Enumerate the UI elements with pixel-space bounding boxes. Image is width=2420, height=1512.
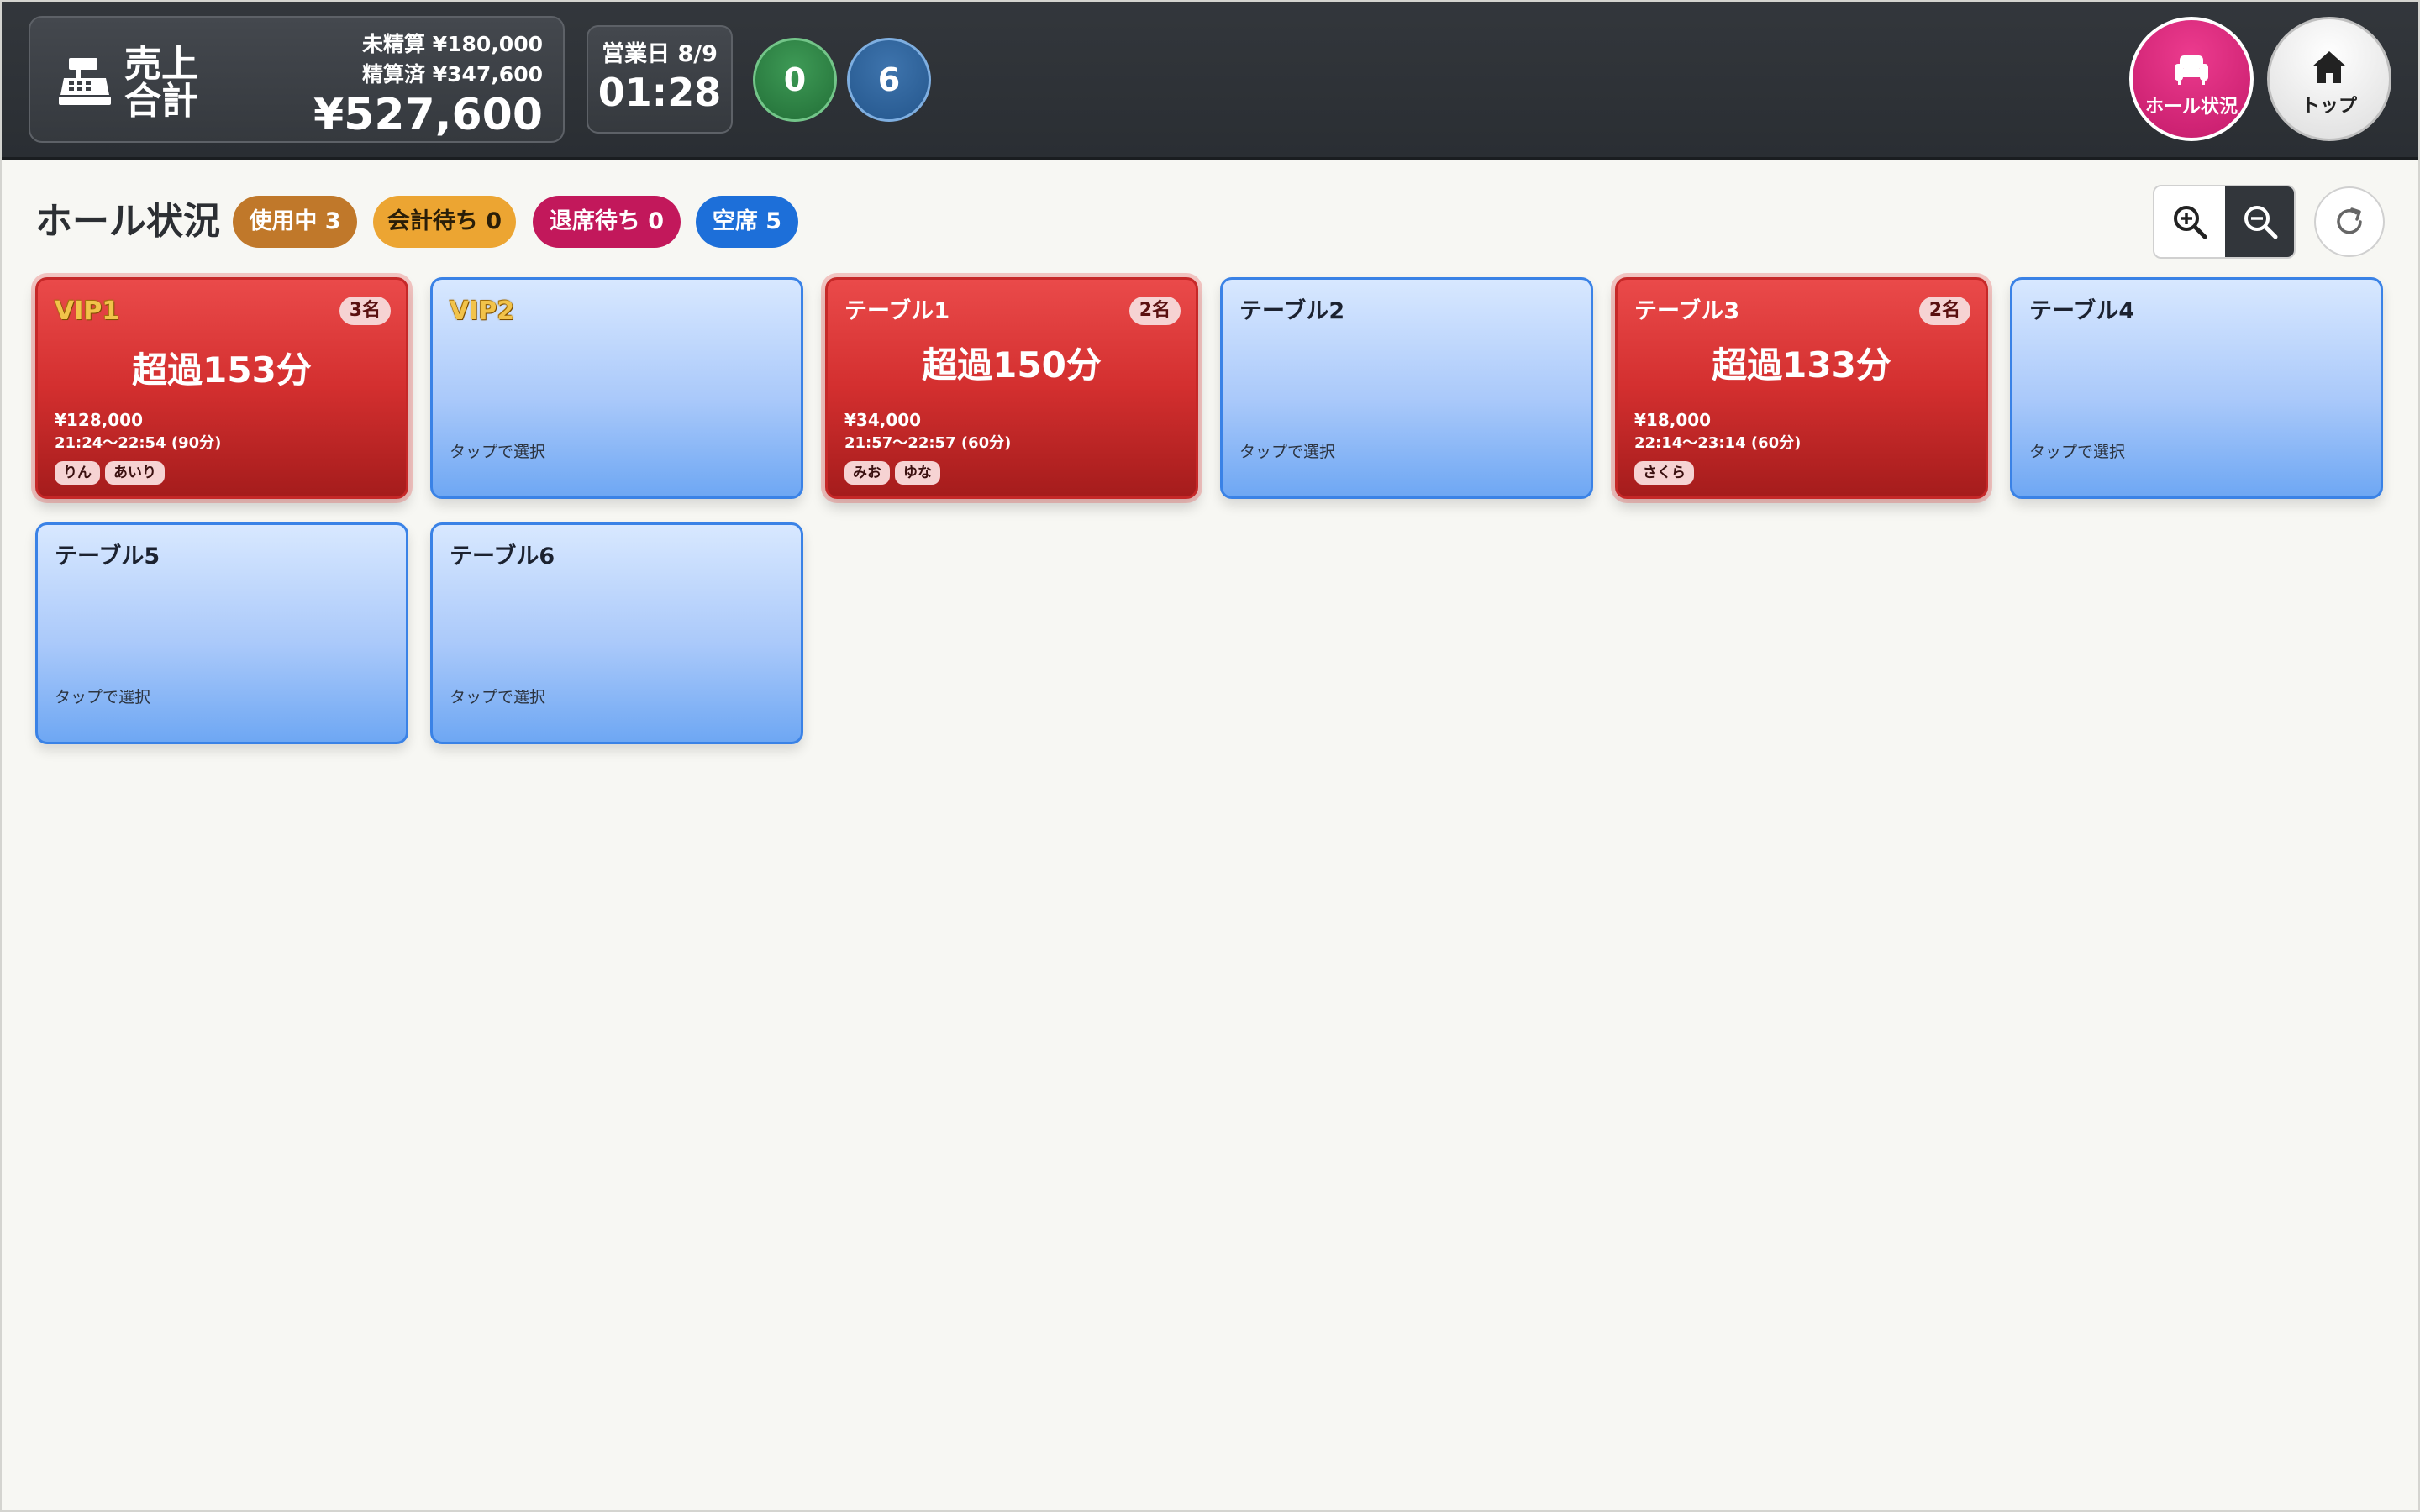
count-badge-green[interactable]: 0 [753, 38, 837, 122]
table-card-table3[interactable]: テーブル3 2名 超過133分 ¥18,000 22:14〜23:14 (60分… [1615, 277, 1988, 499]
table-name: テーブル2 [1239, 298, 1345, 324]
settled-amount: 精算済 ¥347,600 [362, 62, 543, 87]
bill-amount: ¥18,000 [1634, 410, 1712, 430]
overtime-label: 超過133分 [1712, 344, 1891, 386]
table-name: テーブル4 [2029, 298, 2135, 324]
cash-register-icon [59, 58, 111, 105]
sofa-icon [2175, 55, 2208, 85]
cast-tag: さくら [1634, 461, 1694, 485]
sales-figures: 未精算 ¥180,000 精算済 ¥347,600 ¥527,600 [313, 29, 543, 140]
business-day-clock: 営業日 8/9 01:28 [587, 25, 733, 134]
bill-amount: ¥34,000 [844, 410, 922, 430]
business-day-label: 営業日 8/9 [602, 41, 718, 67]
table-card-table4[interactable]: テーブル4 タップで選択 [2010, 277, 2383, 499]
status-pill-vacant[interactable]: 空席 5 [696, 196, 798, 248]
table-name: VIP1 [55, 297, 120, 326]
guest-count-badge: 3名 [339, 297, 391, 325]
table-card-vip2[interactable]: VIP2 タップで選択 [430, 277, 803, 499]
cast-tag: みお [844, 461, 890, 485]
table-card-table1[interactable]: テーブル1 2名 超過150分 ¥34,000 21:57〜22:57 (60分… [825, 277, 1198, 499]
table-card-table2[interactable]: テーブル2 タップで選択 [1220, 277, 1593, 499]
status-pill-in-use[interactable]: 使用中 3 [233, 196, 357, 248]
sales-total: ¥527,600 [313, 90, 543, 140]
overtime-label: 超過153分 [132, 349, 312, 391]
tap-hint: タップで選択 [2029, 443, 2126, 461]
table-card-vip1[interactable]: VIP1 3名 超過153分 ¥128,000 21:24〜22:54 (90分… [35, 277, 408, 499]
page-title: ホール状況 [35, 200, 220, 243]
status-pill-awaiting-bill[interactable]: 会計待ち 0 [373, 196, 516, 248]
table-name: テーブル1 [844, 298, 950, 324]
seat-timespan: 21:57〜22:57 (60分) [844, 434, 1012, 452]
home-icon [2312, 51, 2346, 83]
window-frame [0, 0, 2420, 1512]
cast-tag: りん [55, 461, 100, 485]
bill-amount: ¥128,000 [55, 410, 144, 430]
seat-timespan: 22:14〜23:14 (60分) [1634, 434, 1802, 452]
status-pill-awaiting-leave[interactable]: 退席待ち 0 [533, 196, 681, 248]
unsettled-amount: 未精算 ¥180,000 [362, 32, 543, 56]
count-badge-blue[interactable]: 6 [847, 38, 931, 122]
tap-hint: タップで選択 [55, 688, 151, 706]
guest-count-badge: 2名 [1128, 297, 1181, 325]
guest-count-badge: 2名 [1918, 297, 1970, 325]
seat-timespan: 21:24〜22:54 (90分) [55, 434, 222, 452]
table-name: テーブル6 [450, 543, 555, 570]
zoom-out-button[interactable] [2225, 186, 2294, 257]
zoom-in-icon [2174, 206, 2207, 239]
zoom-in-button[interactable] [2154, 186, 2225, 257]
cast-list: りん あいり [55, 461, 170, 485]
table-name: VIP2 [450, 297, 515, 326]
cast-tag: ゆな [895, 461, 940, 485]
nav-top-button[interactable]: トップ [2267, 17, 2391, 141]
tap-hint: タップで選択 [1239, 443, 1336, 461]
table-card-table6[interactable]: テーブル6 タップで選択 [430, 522, 803, 744]
zoom-out-icon [2244, 206, 2278, 239]
overtime-label: 超過150分 [922, 344, 1102, 386]
cast-tag: あいり [105, 461, 165, 485]
app-header: 売上 合計 未精算 ¥180,000 精算済 ¥347,600 ¥527,600… [0, 0, 2420, 160]
table-name: テーブル3 [1634, 298, 1740, 324]
current-time: 01:28 [597, 70, 722, 115]
nav-top-label: トップ [2301, 96, 2357, 117]
nav-hall-status-button[interactable]: ホール状況 [2129, 17, 2254, 141]
table-card-table5[interactable]: テーブル5 タップで選択 [35, 522, 408, 744]
refresh-button[interactable] [2314, 186, 2385, 257]
sales-summary[interactable]: 売上 合計 未精算 ¥180,000 精算済 ¥347,600 ¥527,600 [29, 16, 565, 143]
cast-list: みお ゆな [844, 461, 945, 485]
nav-hall-label: ホール状況 [2144, 97, 2238, 118]
sales-label: 売上 合計 [124, 43, 198, 123]
zoom-controls [2153, 185, 2296, 259]
tap-hint: タップで選択 [450, 688, 546, 706]
tap-hint: タップで選択 [450, 443, 546, 461]
refresh-icon [2337, 207, 2362, 234]
cast-list: さくら [1634, 461, 1699, 485]
table-name: テーブル5 [55, 543, 160, 570]
